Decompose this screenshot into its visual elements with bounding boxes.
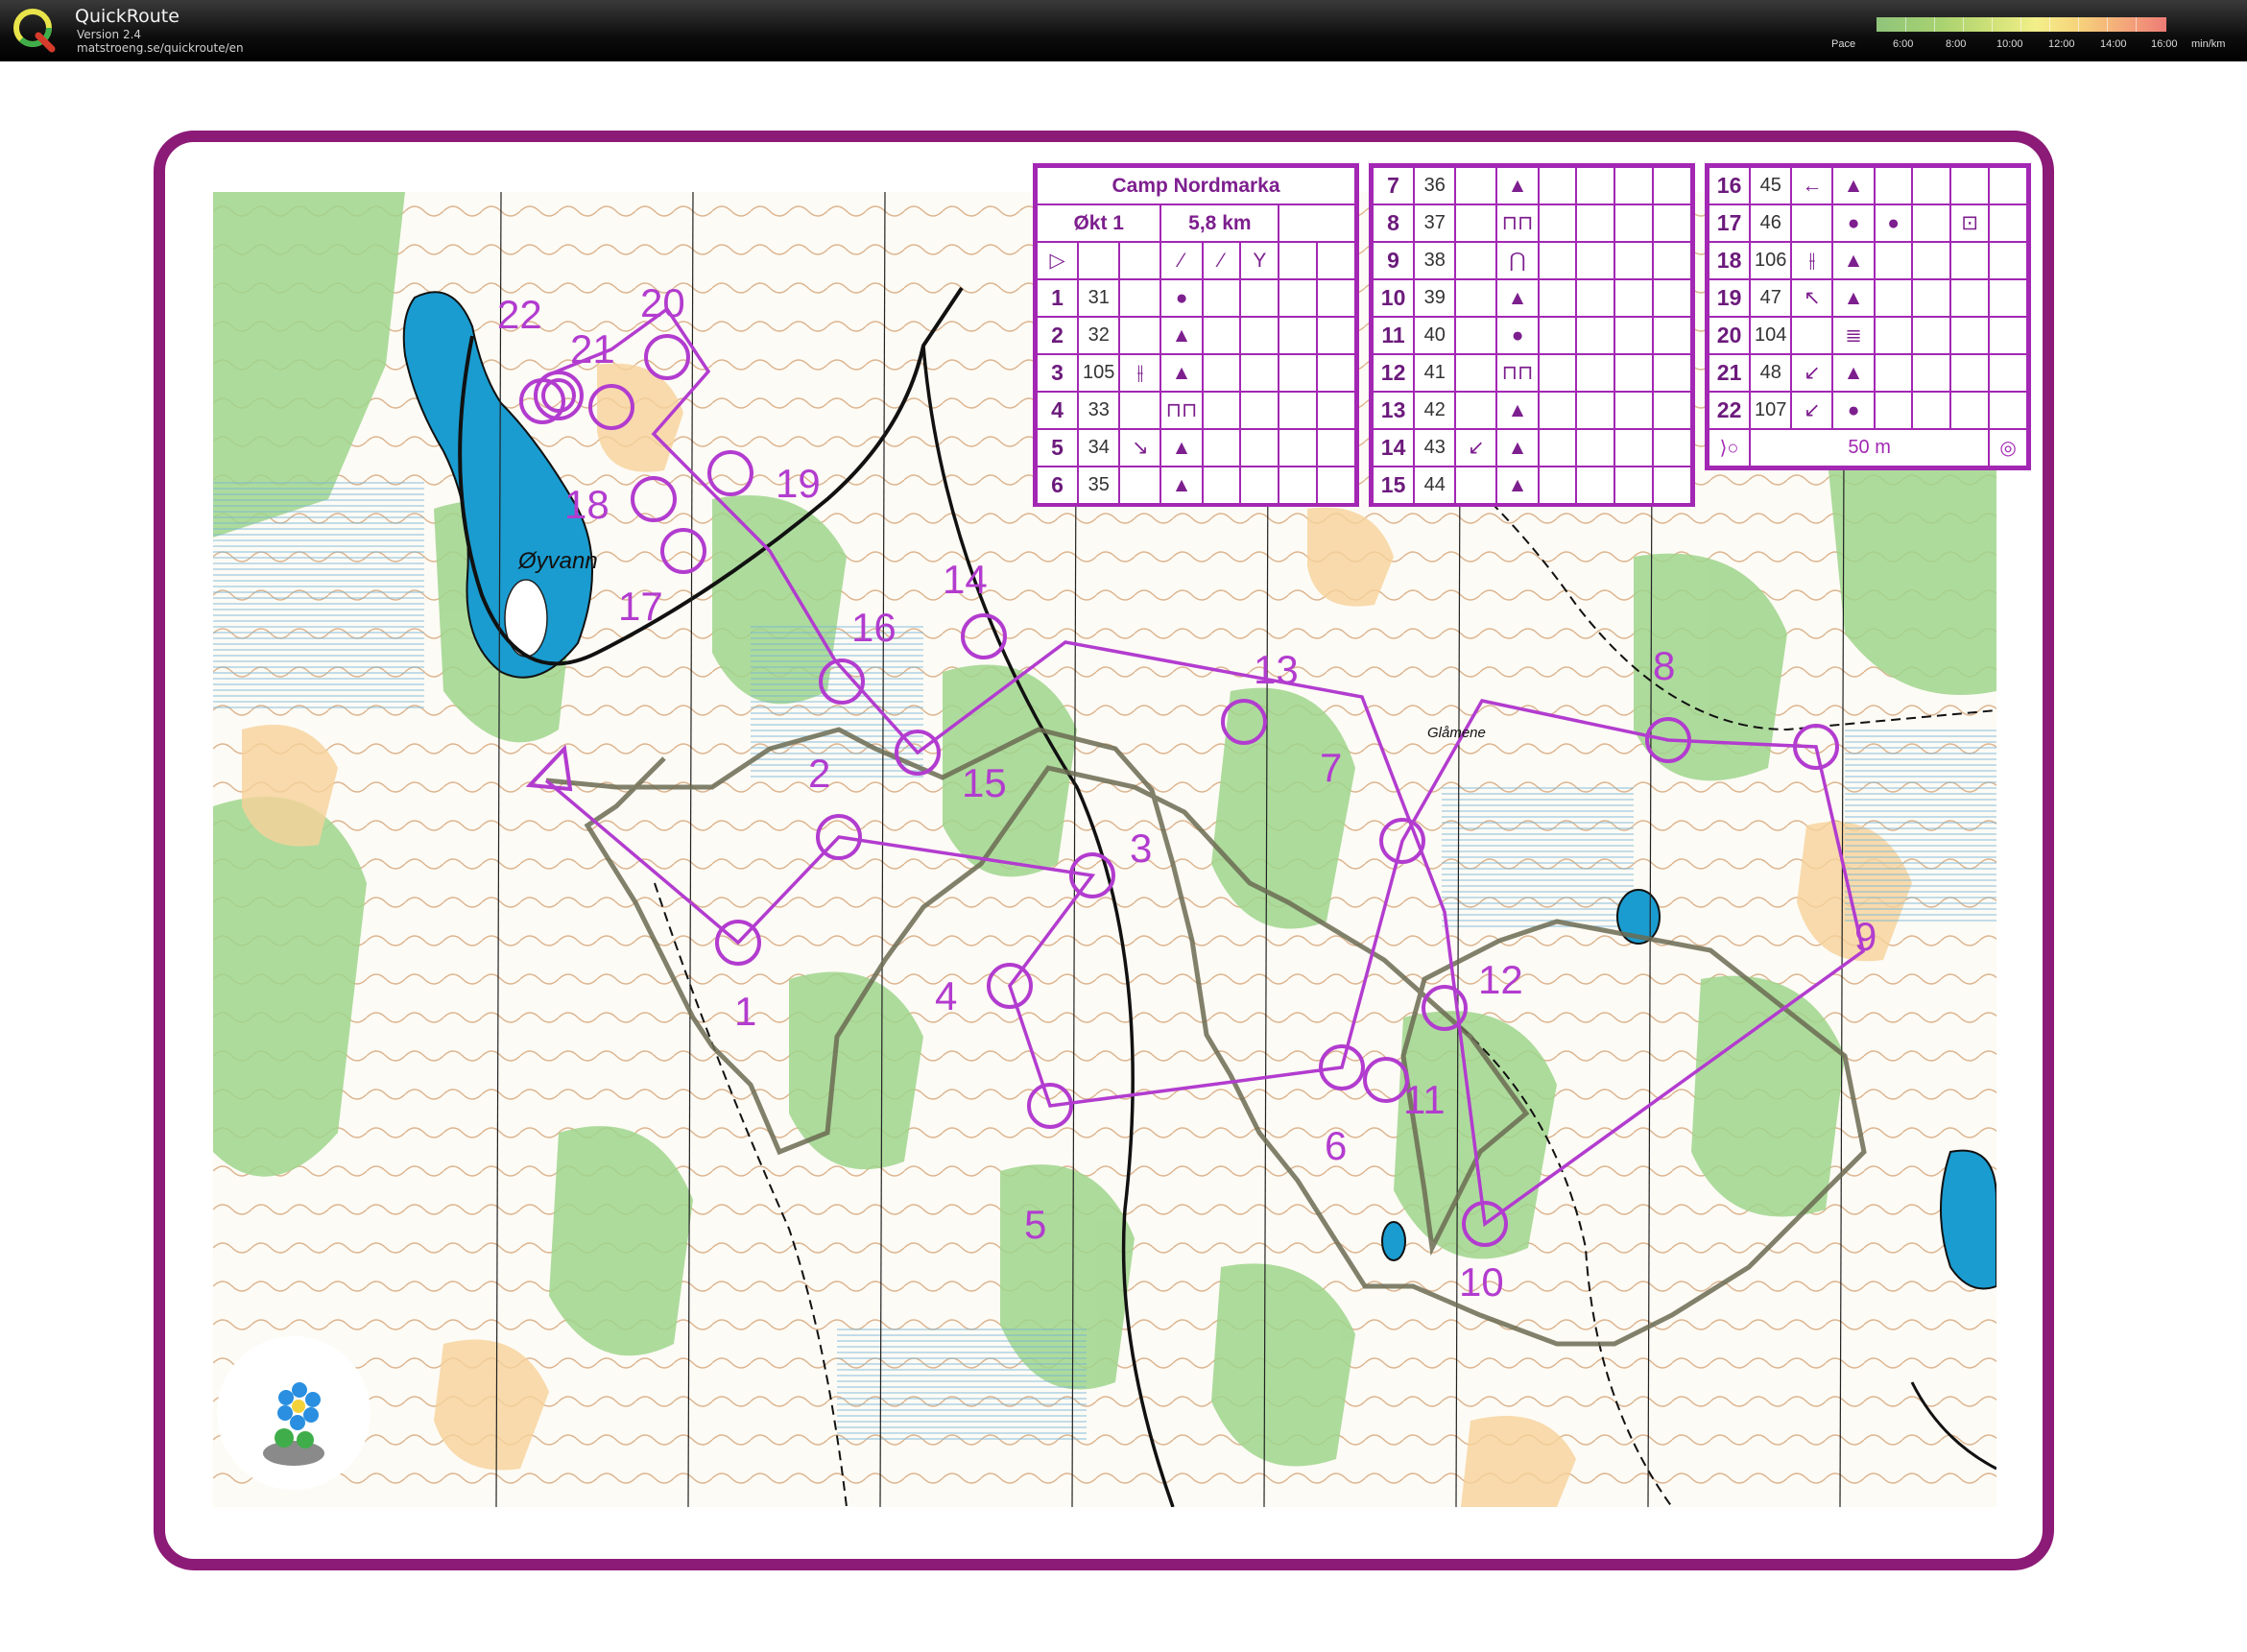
control-label-14: 14	[943, 557, 988, 602]
control-label-11: 11	[1403, 1077, 1446, 1122]
app-title: QuickRoute	[75, 6, 179, 27]
course-length: 5,8 km	[1159, 204, 1280, 243]
app-version: Version 2.4	[77, 28, 142, 41]
pace-tick-label: 16:00	[2151, 38, 2178, 50]
pace-color-scale	[1876, 17, 2166, 32]
control-label-17: 17	[618, 584, 663, 629]
club-logo	[217, 1336, 371, 1490]
description-row: 20 104 ≣	[1707, 316, 2028, 355]
app-header: QuickRoute Version 2.4 matstroeng.se/qui…	[0, 0, 2247, 61]
description-row: 4 33 ⊓⊓	[1035, 391, 1356, 430]
lake-name-label: Øyvann	[517, 548, 598, 574]
description-row: 1 31 ●	[1035, 278, 1356, 318]
control-label-21: 21	[570, 326, 615, 371]
pace-label: Pace	[1831, 38, 1856, 50]
pace-unit: min/km	[2191, 38, 2226, 50]
finish-double-circle-icon: ◎	[1988, 428, 2028, 467]
pace-tick-label: 6:00	[1893, 38, 1914, 50]
control-label-13: 13	[1254, 647, 1299, 692]
control-label-16: 16	[851, 605, 896, 650]
path-symbol-icon: ⁄	[1159, 241, 1204, 280]
control-label-3: 3	[1130, 826, 1152, 871]
description-row: 14 43 ↙ ▲	[1371, 428, 1692, 467]
quickroute-q-logo	[13, 9, 56, 53]
junction-symbol-icon: Y	[1239, 241, 1280, 280]
description-row: 19 47 ↖ ▲	[1707, 278, 2028, 318]
description-row: 6 35 ▲	[1035, 466, 1356, 505]
description-column-3: 16 45 ← ▲ 17 46 ● ● ⊡ 18 106 ⫲ ▲ 19 47 ↖ ▲ 20 104 ≣ 21 4…	[1705, 163, 2031, 470]
finish-funnel-icon: ⟩○	[1707, 428, 1752, 467]
description-row: 5 34 ↘ ▲	[1035, 428, 1356, 467]
start-symbol-icon: ▷	[1035, 241, 1080, 280]
control-label-1: 1	[734, 989, 756, 1034]
control-label-10: 10	[1459, 1259, 1504, 1305]
description-row: 11 40 ●	[1371, 316, 1692, 355]
description-column-2: 7 36 ▲ 8 37 ⊓⊓ 9 38 ⋂ 10 39 ▲ 11 40 ● 12 41 ⊓⊓ 13 42 ▲…	[1369, 163, 1695, 507]
description-row: 9 38 ⋂	[1371, 241, 1692, 280]
description-row: 10 39 ▲	[1371, 278, 1692, 318]
path-symbol-icon: ⁄	[1201, 241, 1242, 280]
control-label-15: 15	[962, 760, 1007, 805]
control-label-22: 22	[497, 292, 542, 337]
description-row: 21 48 ↙ ▲	[1707, 353, 2028, 393]
description-row: 3 105 ⫲ ▲	[1035, 353, 1356, 393]
description-row: 16 45 ← ▲	[1707, 166, 2028, 205]
control-label-6: 6	[1325, 1123, 1347, 1168]
pace-tick-label: 12:00	[2048, 38, 2075, 50]
flower-logo-icon	[263, 1382, 324, 1466]
description-row: 8 37 ⊓⊓	[1371, 204, 1692, 243]
between-symbol-icon: ⊡	[1949, 204, 1991, 243]
area-name-label: Glåmene	[1427, 725, 1486, 741]
control-label-18: 18	[564, 482, 610, 527]
course-name: Økt 1	[1035, 204, 1162, 243]
control-label-4: 4	[935, 973, 957, 1018]
description-row: 18 106 ⫲ ▲	[1707, 241, 2028, 280]
finish-distance: 50 m	[1749, 428, 1991, 467]
pace-tick-label: 10:00	[1996, 38, 2023, 50]
control-label-19: 19	[776, 461, 821, 506]
pace-tick-label: 8:00	[1946, 38, 1967, 50]
control-label-7: 7	[1320, 745, 1342, 790]
control-label-8: 8	[1653, 643, 1675, 688]
event-name: Camp Nordmarka	[1036, 166, 1356, 205]
control-label-12: 12	[1478, 957, 1523, 1002]
app-url[interactable]: matstroeng.se/quickroute/en	[77, 41, 244, 55]
description-column-1: Camp Nordmarka Økt 1 5,8 km ▷ ⁄ ⁄ Y 1 31 ●…	[1033, 163, 1359, 507]
control-label-9: 9	[1854, 914, 1876, 959]
description-row: 7 36 ▲	[1371, 166, 1692, 205]
finish-row: ⟩○ 50 m ◎	[1707, 428, 2028, 467]
description-row: 22 107 ↙ ●	[1707, 391, 2028, 430]
description-row: 15 44 ▲	[1371, 466, 1692, 505]
pace-tick-label: 14:00	[2100, 38, 2127, 50]
control-label-20: 20	[640, 280, 685, 325]
control-label-2: 2	[808, 751, 830, 796]
control-label-5: 5	[1024, 1202, 1046, 1247]
description-row: 2 32 ▲	[1035, 316, 1356, 355]
description-row: 13 42 ▲	[1371, 391, 1692, 430]
description-row: 17 46 ● ● ⊡	[1707, 204, 2028, 243]
description-row: 12 41 ⊓⊓	[1371, 353, 1692, 393]
control-description-sheet: Camp Nordmarka Økt 1 5,8 km ▷ ⁄ ⁄ Y 1 31 ●…	[1033, 163, 2032, 511]
